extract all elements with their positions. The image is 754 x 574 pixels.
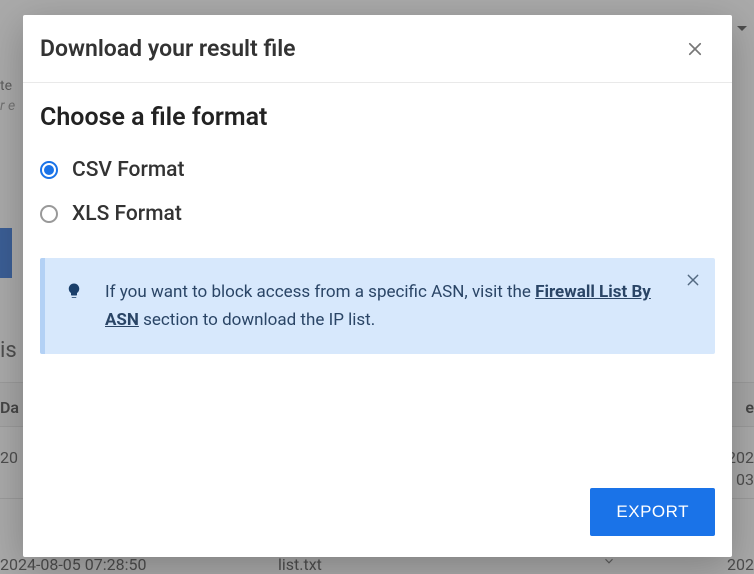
format-radio-group: CSV Format XLS Format (40, 158, 715, 226)
radio-label: XLS Format (72, 202, 182, 226)
close-icon (685, 272, 701, 288)
info-alert: If you want to block access from a speci… (40, 258, 715, 354)
radio-label: CSV Format (72, 158, 185, 182)
download-modal: Download your result file Choose a file … (23, 15, 732, 557)
info-text-prefix: If you want to block access from a speci… (105, 282, 535, 302)
format-section-title: Choose a file format (40, 103, 715, 132)
info-dismiss-button[interactable] (685, 272, 701, 292)
info-message: If you want to block access from a speci… (105, 278, 671, 334)
modal-header: Download your result file (23, 15, 732, 83)
radio-button-icon (40, 205, 58, 223)
modal-close-button[interactable] (682, 36, 708, 62)
close-icon (686, 40, 704, 58)
modal-footer: EXPORT (23, 476, 732, 557)
info-text-suffix: section to download the IP list. (139, 310, 375, 330)
radio-button-icon (40, 161, 58, 179)
radio-csv-format[interactable]: CSV Format (40, 158, 715, 182)
modal-body: Choose a file format CSV Format XLS Form… (23, 83, 732, 476)
modal-title: Download your result file (40, 35, 296, 62)
export-button[interactable]: EXPORT (590, 488, 715, 536)
radio-xls-format[interactable]: XLS Format (40, 202, 715, 226)
lightbulb-icon (65, 280, 83, 306)
